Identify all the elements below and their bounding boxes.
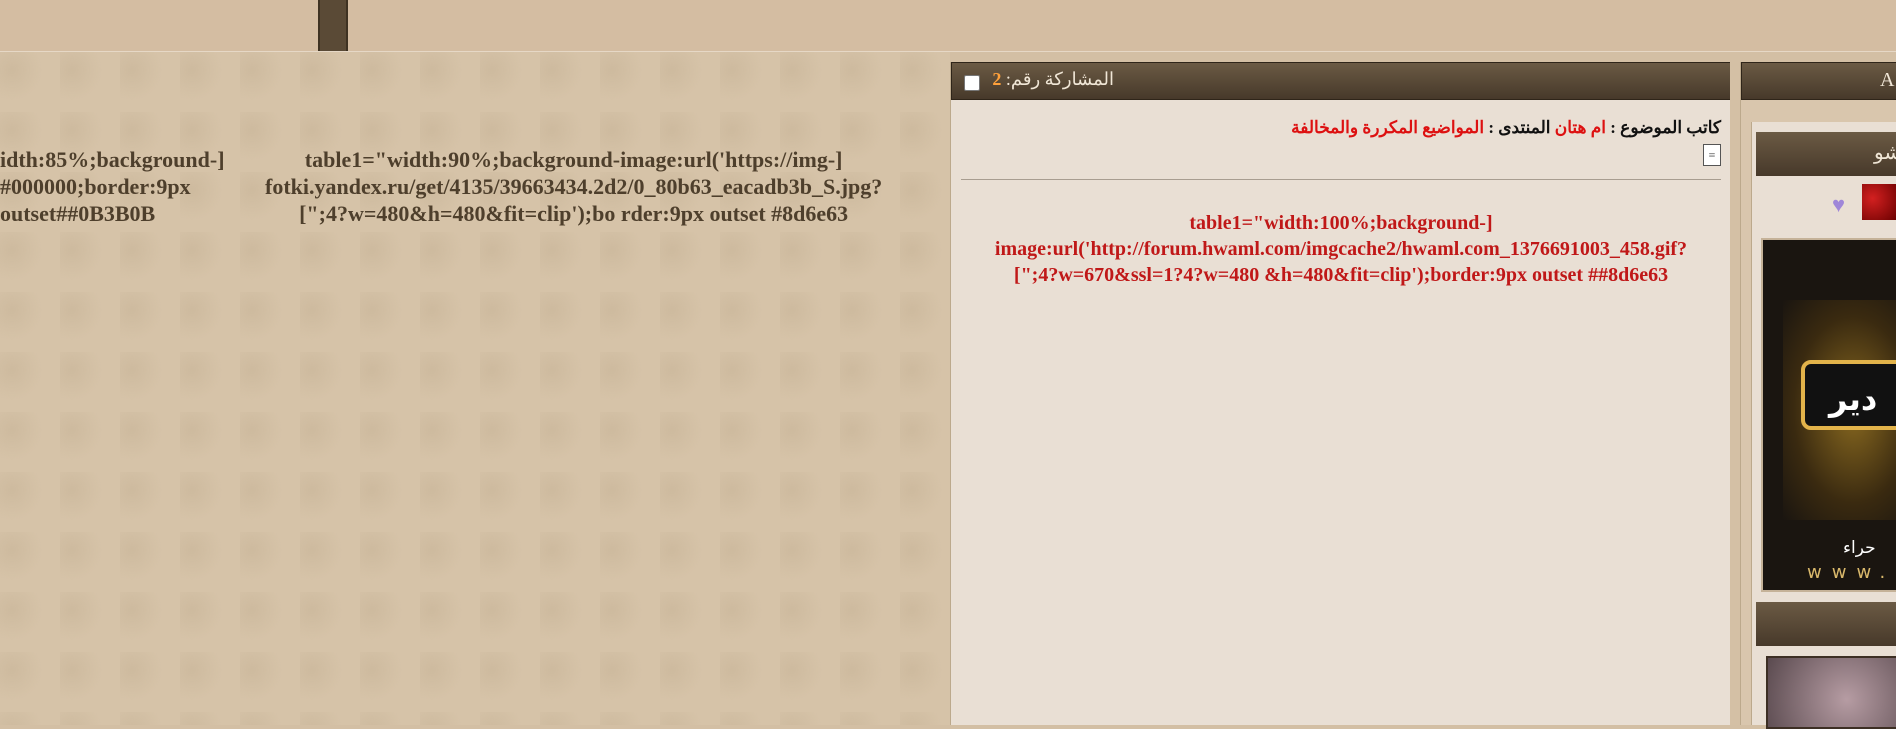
sidebar-header-text: A xyxy=(1880,69,1895,91)
forum-label: المنتدى xyxy=(1498,118,1551,137)
top-bar xyxy=(0,0,1896,52)
post-body-text: table1="width:100%;background-] image:ur… xyxy=(994,212,1688,286)
post-header: المشاركة رقم: 2 xyxy=(951,62,1731,100)
sidebar-user-title-bar: شو xyxy=(1756,132,1896,176)
top-bar-divider xyxy=(318,0,348,51)
post-select-checkbox[interactable] xyxy=(964,75,980,91)
sidebar-user-title-text: شو xyxy=(1874,142,1896,164)
author-name-link[interactable]: ام هتان xyxy=(1555,118,1606,137)
forum-post: المشاركة رقم: 2 كاتب الموضوع : ام هتان ا… xyxy=(950,62,1731,725)
avatar-plate: دير xyxy=(1801,360,1896,430)
sidebar-second-title-bar xyxy=(1756,602,1896,646)
avatar-subtext: حراء xyxy=(1843,538,1876,558)
post-number-label: المشاركة رقم: 2 xyxy=(992,69,1114,90)
avatar-www-text: www. xyxy=(1807,562,1896,583)
sidebar-photo xyxy=(1766,656,1896,729)
post-meta: كاتب الموضوع : ام هتان المنتدى : المواضي… xyxy=(1291,118,1721,137)
document-icon: ≡ xyxy=(1703,144,1721,166)
post-number-text: المشاركة رقم: xyxy=(1005,69,1114,89)
left-code-text-a: table1="width:90%;background-image:url('… xyxy=(265,147,883,226)
sidebar-status-row: ♥ xyxy=(1756,180,1896,224)
user-sidebar: A شو ♥ دير حراء www. xyxy=(1740,62,1896,729)
post-divider xyxy=(961,179,1721,180)
column-gap xyxy=(1730,52,1740,725)
author-label: كاتب الموضوع xyxy=(1620,118,1721,137)
forum-name-link[interactable]: المواضيع المكررة والمخالفة xyxy=(1291,118,1484,137)
heart-icon: ♥ xyxy=(1832,192,1846,217)
user-avatar[interactable]: دير حراء www. xyxy=(1761,238,1896,592)
post-number: 2 xyxy=(992,69,1002,89)
sidebar-header: A xyxy=(1741,62,1896,100)
user-rank-image xyxy=(1862,184,1896,220)
left-content-area: table1="width:90%;background-image:url('… xyxy=(0,52,950,725)
left-code-text-b: idth:85%;background-] #000000;border:9px… xyxy=(0,147,225,226)
